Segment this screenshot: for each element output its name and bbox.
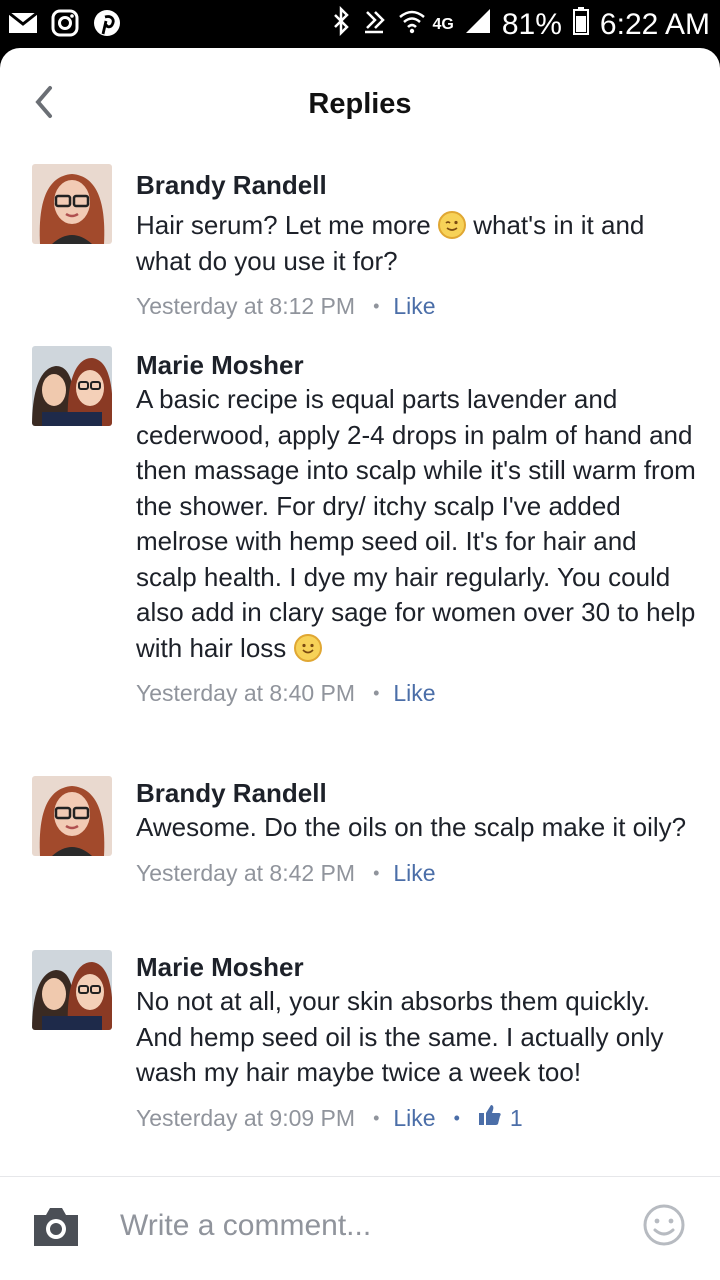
separator-dot: • (453, 1107, 460, 1128)
wifi-icon (397, 6, 427, 44)
comment-text: No not at all, your skin absorbs them qu… (136, 986, 664, 1087)
bluetooth-icon (331, 5, 351, 44)
wink-emoji-icon (437, 211, 466, 239)
avatar[interactable] (32, 950, 112, 1030)
comment-body: Marie Mosher A basic recipe is equal par… (136, 348, 696, 708)
mail-icon (8, 10, 38, 41)
like-count[interactable]: 1 (510, 1103, 523, 1133)
comment-text: Awesome. Do the oils on the scalp make i… (136, 812, 687, 842)
comment-time[interactable]: Yesterday at 8:40 PM (136, 678, 355, 708)
avatar[interactable] (32, 164, 112, 244)
clock: 6:22 AM (599, 8, 710, 41)
comment-author[interactable]: Brandy Randell (136, 776, 696, 810)
like-button[interactable]: Like (393, 291, 435, 321)
comment-input[interactable]: Write a comment... (120, 1209, 371, 1243)
avatar[interactable] (32, 776, 112, 856)
like-button[interactable]: Like (393, 678, 435, 708)
like-button[interactable]: Like (393, 1103, 435, 1133)
page-title: Replies (308, 88, 412, 120)
comment-author[interactable]: Marie Mosher (136, 348, 696, 382)
comment-composer: Write a comment... (0, 1176, 720, 1280)
comment-meta: Yesterday at 8:12 PM • Like (136, 291, 696, 321)
separator-dot: • (373, 683, 380, 703)
pinterest-icon (92, 8, 122, 43)
comment-meta: Yesterday at 8:42 PM • Like (136, 858, 696, 888)
comment-time[interactable]: Yesterday at 9:09 PM (136, 1103, 355, 1133)
comment-meta: Yesterday at 8:40 PM • Like (136, 678, 696, 708)
comment-body: Marie Mosher No not at all, your skin ab… (136, 950, 696, 1133)
battery-percent: 81% (501, 8, 562, 41)
emoji-picker-icon[interactable] (642, 1203, 686, 1247)
comment-body: Brandy Randell Awesome. Do the oils on t… (136, 776, 696, 888)
comment-author[interactable]: Brandy Randell (136, 168, 696, 202)
avatar[interactable] (32, 346, 112, 426)
signal-icon (464, 7, 492, 43)
replies-sheet: Replies Brandy Randell Hair serum? Let m… (0, 48, 720, 1280)
battery-icon (572, 6, 590, 44)
comment-text-part: A basic recipe is equal parts lavender a… (136, 384, 696, 663)
status-bar: 4G 81% 6:22 AM (0, 0, 720, 48)
separator-dot: • (373, 862, 380, 883)
comment-text: Hair serum? Let me more what's in it and… (136, 208, 696, 279)
smile-emoji-icon (293, 633, 322, 662)
separator-dot: • (373, 296, 380, 316)
comment-text-part: Hair serum? Let me more (136, 210, 438, 240)
comment-text: A basic recipe is equal parts lavender a… (136, 382, 696, 666)
like-button[interactable]: Like (393, 858, 435, 888)
comment-time[interactable]: Yesterday at 8:42 PM (136, 858, 355, 888)
instagram-icon (50, 8, 80, 43)
separator-dot: • (373, 1107, 380, 1128)
thumbs-up-icon (478, 1103, 502, 1133)
comment-time[interactable]: Yesterday at 8:12 PM (136, 291, 355, 321)
comment-author[interactable]: Marie Mosher (136, 950, 696, 984)
comment-meta: Yesterday at 9:09 PM • Like • 1 (136, 1103, 696, 1133)
network-type: 4G (432, 16, 454, 33)
nfc-icon (361, 6, 387, 44)
header: Replies (0, 48, 720, 158)
comment-body: Brandy Randell Hair serum? Let me more w… (136, 168, 696, 321)
camera-icon[interactable] (30, 1205, 82, 1249)
